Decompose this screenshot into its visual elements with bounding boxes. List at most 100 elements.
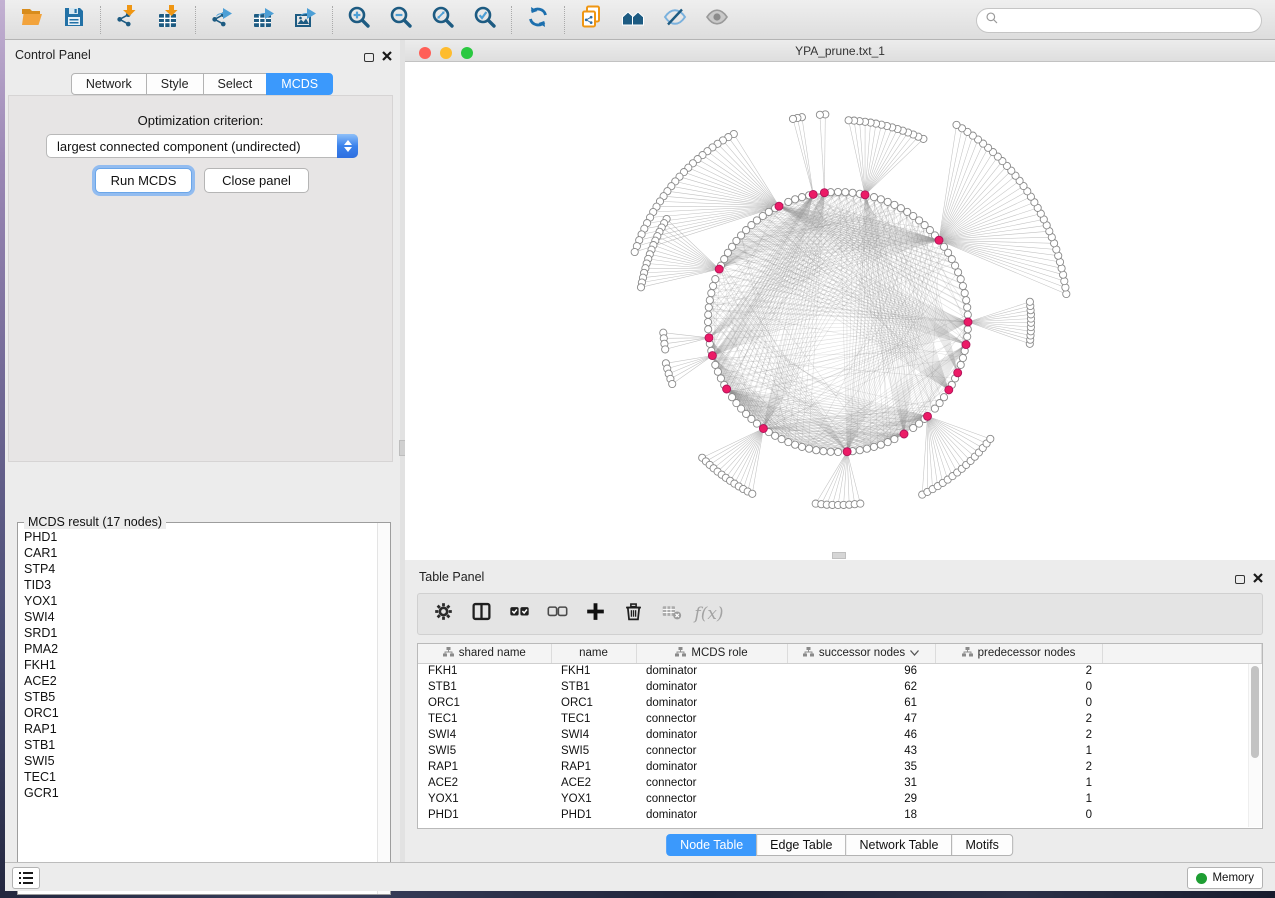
table-row[interactable]: ORC1ORC1dominator610 (418, 695, 1262, 711)
task-history-button[interactable] (12, 867, 40, 889)
mcds-result-item[interactable]: TEC1 (24, 769, 377, 785)
cell: 61 (787, 695, 935, 711)
columns-button[interactable] (464, 598, 498, 630)
column-header-successor-nodes[interactable]: successor nodes (787, 644, 935, 663)
mcds-result-list[interactable]: PHD1CAR1STP4TID3YOX1SWI4SRD1PMA2FKH1ACE2… (18, 525, 377, 894)
close-panel-icon[interactable] (382, 48, 392, 66)
table-scrollbar[interactable] (1248, 664, 1261, 827)
mcds-result-item[interactable]: GCR1 (24, 785, 377, 801)
network-canvas[interactable] (405, 62, 1275, 560)
table-row[interactable]: PHD1PHD1dominator180 (418, 807, 1262, 823)
memory-status-icon (1196, 873, 1207, 884)
network-window-titlebar[interactable]: YPA_prune.txt_1 (405, 40, 1275, 62)
table-row[interactable]: FKH1FKH1dominator962 (418, 663, 1262, 679)
tab-motifs[interactable]: Motifs (951, 834, 1012, 856)
horizontal-splitter-grip[interactable] (832, 552, 846, 559)
zoom-out-button[interactable] (380, 3, 422, 37)
optimization-criterion-select[interactable]: largest connected component (undirected) (46, 134, 358, 158)
mcds-result-item[interactable]: STP4 (24, 561, 377, 577)
mcds-result-item[interactable]: FKH1 (24, 657, 377, 673)
import-network-button[interactable] (106, 3, 148, 37)
close-panel-button[interactable]: Close panel (204, 168, 309, 193)
table-row[interactable]: ACE2ACE2connector311 (418, 775, 1262, 791)
table-row[interactable]: TEC1TEC1connector472 (418, 711, 1262, 727)
mcds-list-scrollbar[interactable] (377, 523, 390, 894)
save-session-button[interactable] (53, 3, 95, 37)
duplicate-network-button[interactable] (570, 3, 612, 37)
cell: 1 (935, 791, 1102, 807)
control-panel-tabs: NetworkStyleSelectMCDS (5, 73, 400, 95)
mcds-result-item[interactable]: YOX1 (24, 593, 377, 609)
run-mcds-button[interactable]: Run MCDS (95, 168, 192, 193)
cell: 46 (787, 727, 935, 743)
tab-select[interactable]: Select (203, 73, 268, 95)
settings-button[interactable] (426, 598, 460, 630)
export-network-button[interactable] (201, 3, 243, 37)
column-header-predecessor-nodes[interactable]: predecessor nodes (935, 644, 1102, 663)
select-all-button[interactable] (502, 598, 536, 630)
table-type-tabs: Node TableEdge TableNetwork TableMotifs (667, 834, 1013, 856)
mcds-result-item[interactable]: SRD1 (24, 625, 377, 641)
float-panel-icon[interactable] (364, 53, 374, 62)
zoom-fit-button[interactable] (422, 3, 464, 37)
column-type-icon (803, 647, 814, 660)
export-image-button[interactable] (285, 3, 327, 37)
cell: SWI4 (418, 727, 551, 743)
window-zoom-button[interactable] (461, 47, 473, 59)
delete-column-button[interactable] (616, 598, 650, 630)
cell: 0 (935, 807, 1102, 823)
search-input[interactable] (1004, 14, 1261, 28)
show-all-button[interactable] (696, 3, 738, 37)
table-row[interactable]: SWI4SWI4dominator462 (418, 727, 1262, 743)
mcds-result-item[interactable]: ORC1 (24, 705, 377, 721)
deselect-all-button[interactable] (540, 598, 574, 630)
sort-chevron-icon[interactable] (910, 647, 919, 659)
open-file-button[interactable] (11, 3, 53, 37)
close-panel-icon[interactable] (1253, 570, 1263, 588)
zoom-in-button[interactable] (338, 3, 380, 37)
mcds-result-item[interactable]: SWI5 (24, 753, 377, 769)
table-row[interactable]: STB1STB1dominator620 (418, 679, 1262, 695)
first-neighbors-button[interactable] (612, 3, 654, 37)
tab-node-table[interactable]: Node Table (666, 834, 757, 856)
network-graph[interactable] (405, 62, 1275, 560)
float-panel-icon[interactable] (1235, 575, 1245, 584)
column-header-name[interactable]: name (551, 644, 636, 663)
cell: PHD1 (418, 807, 551, 823)
column-header-MCDS-role[interactable]: MCDS role (636, 644, 787, 663)
tab-mcds[interactable]: MCDS (266, 73, 333, 95)
tab-style[interactable]: Style (146, 73, 204, 95)
cell: dominator (636, 695, 787, 711)
window-minimize-button[interactable] (440, 47, 452, 59)
mcds-result-item[interactable]: SWI4 (24, 609, 377, 625)
export-table-button[interactable] (243, 3, 285, 37)
table-row[interactable]: RAP1RAP1dominator352 (418, 759, 1262, 775)
table-row[interactable]: SWI5SWI5connector431 (418, 743, 1262, 759)
table-scrollbar-thumb[interactable] (1251, 666, 1259, 758)
import-table-button[interactable] (148, 3, 190, 37)
tab-edge-table[interactable]: Edge Table (756, 834, 846, 856)
zoom-selected-button[interactable] (464, 3, 506, 37)
tab-network-table[interactable]: Network Table (846, 834, 953, 856)
column-header-shared-name[interactable]: shared name (418, 644, 551, 663)
mcds-result-item[interactable]: CAR1 (24, 545, 377, 561)
mcds-result-item[interactable]: PMA2 (24, 641, 377, 657)
hide-selected-button[interactable] (654, 3, 696, 37)
mcds-result-item[interactable]: PHD1 (24, 529, 377, 545)
mcds-result-item[interactable]: RAP1 (24, 721, 377, 737)
refresh-button[interactable] (517, 3, 559, 37)
mcds-result-item[interactable]: STB5 (24, 689, 377, 705)
tab-network[interactable]: Network (71, 73, 147, 95)
open-file-icon (20, 5, 44, 34)
table-row[interactable]: YOX1YOX1connector291 (418, 791, 1262, 807)
mcds-result-item[interactable]: STB1 (24, 737, 377, 753)
search-field[interactable] (976, 8, 1262, 33)
mcds-result-item[interactable]: ACE2 (24, 673, 377, 689)
cell: dominator (636, 679, 787, 695)
mcds-result-item[interactable]: TID3 (24, 577, 377, 593)
memory-button[interactable]: Memory (1187, 867, 1263, 889)
window-close-button[interactable] (419, 47, 431, 59)
optimization-criterion-value: largest connected component (undirected) (47, 139, 337, 154)
cell: ORC1 (418, 695, 551, 711)
add-column-button[interactable] (578, 598, 612, 630)
